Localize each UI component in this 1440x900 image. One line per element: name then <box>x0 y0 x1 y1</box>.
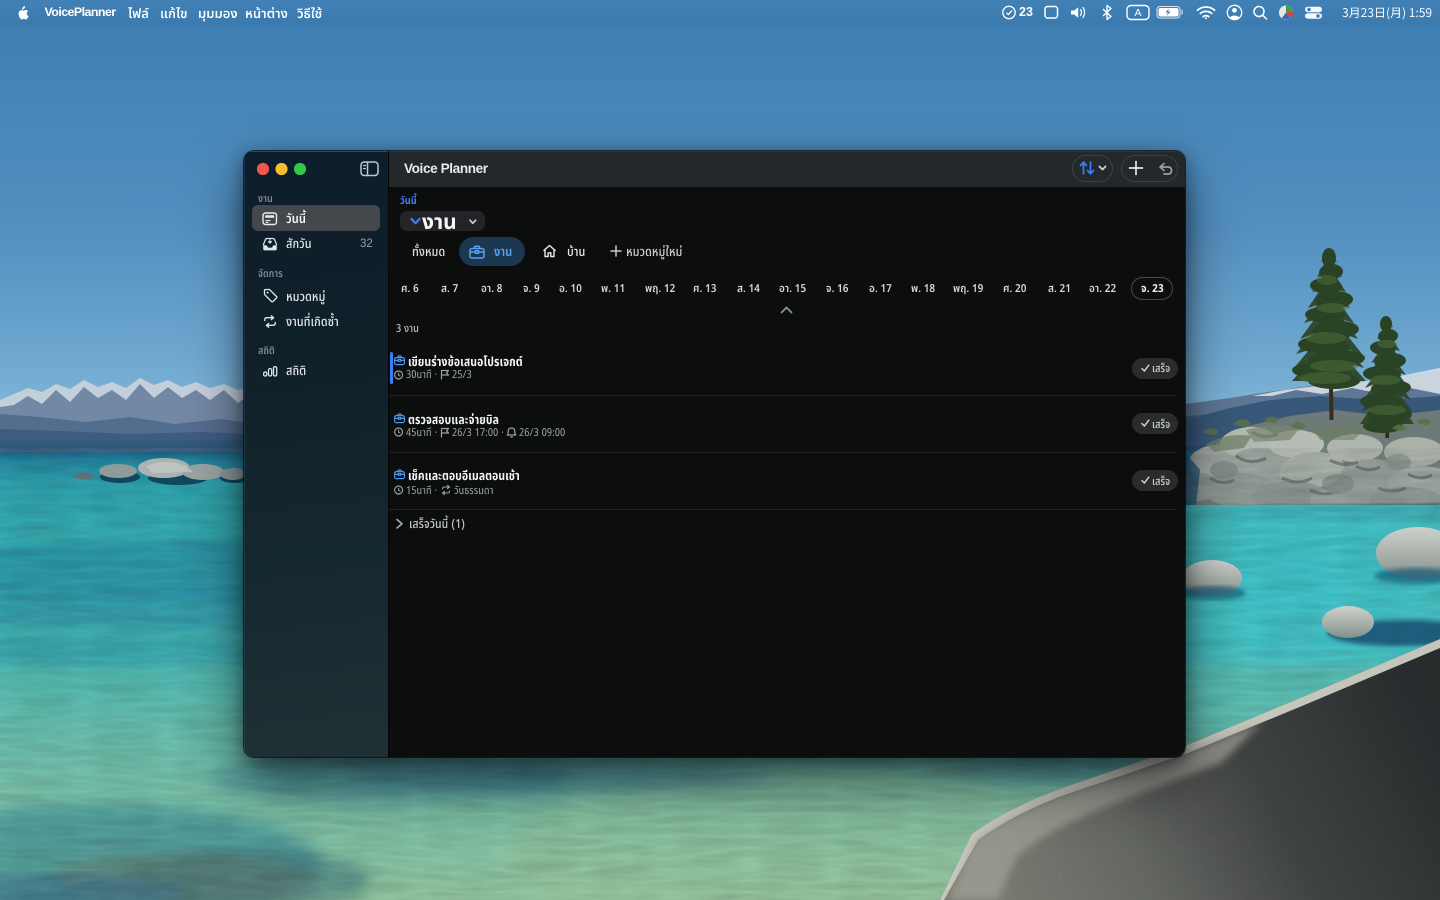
svg-text:A: A <box>1134 7 1141 19</box>
